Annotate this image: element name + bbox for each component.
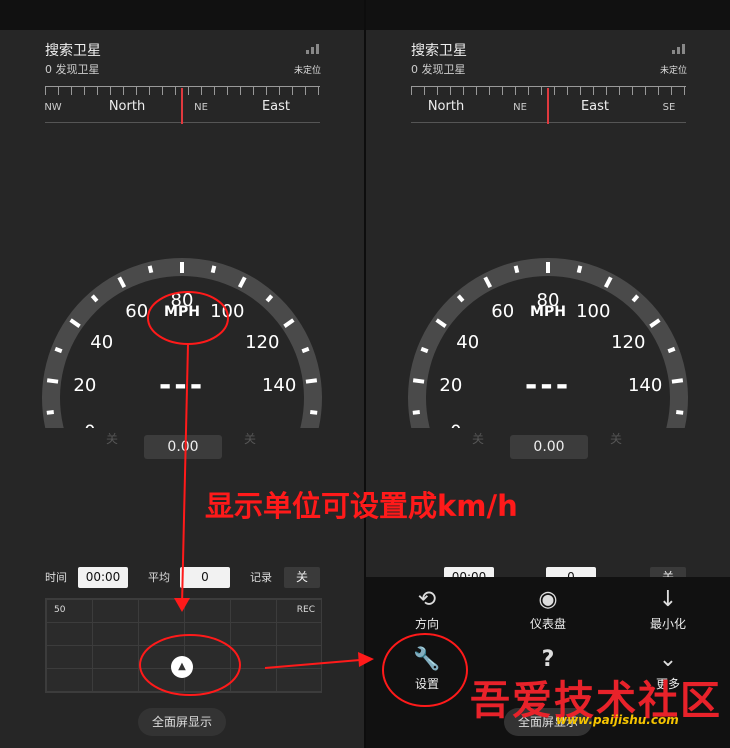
compass-east: East — [261, 99, 291, 114]
fix-status: 未定位 — [293, 66, 321, 76]
satellite-search-title: 搜索卫星 — [45, 43, 101, 59]
ghost-label-left: 关 — [106, 432, 119, 446]
satellite-search-title: 搜索卫星 — [411, 43, 467, 59]
ghost-label-right: 关 — [244, 432, 257, 446]
gauge-label: 0 — [450, 422, 461, 428]
gauge-tick — [147, 265, 154, 274]
compass-strip: NW North NE East — [44, 82, 320, 124]
wrench-icon: 🔧 — [413, 647, 441, 672]
eye-icon: ◉ — [538, 587, 558, 612]
speed-unit[interactable]: MPH — [0, 304, 364, 320]
ghost-label-right: 关 — [610, 432, 623, 446]
gauge-tick — [46, 410, 54, 415]
gauge-label: 120 — [611, 332, 645, 353]
fix-status: 未定位 — [659, 66, 687, 76]
gauge-tick — [667, 346, 676, 354]
arrow-down-icon: ↓ — [658, 587, 678, 612]
annotation-text: 显示单位可设置成km/h — [205, 489, 518, 523]
rotate-icon: ⟲ — [417, 587, 437, 612]
record-label: 记录 — [250, 571, 272, 584]
average-label: 平均 — [148, 571, 170, 584]
compass-strip: North NE East SE — [411, 82, 686, 124]
status-bar — [366, 0, 730, 30]
speed-value: --- — [524, 368, 572, 403]
speed-value: --- — [158, 368, 206, 403]
gauge-label: 40 — [90, 332, 113, 353]
distance-display: 0.00 — [510, 435, 588, 459]
signal-icon — [306, 44, 319, 54]
distance-display: 0.00 — [144, 435, 222, 459]
satellite-count: 0 发现卫星 — [45, 63, 100, 76]
gauge-tick — [301, 346, 310, 354]
graph-max-label: 50 — [54, 605, 66, 615]
menu-orientation[interactable]: ⟲ 方向 — [382, 585, 472, 632]
gauge-tick — [412, 410, 420, 415]
compass-north: North — [427, 99, 465, 114]
average-value: 0 — [180, 567, 230, 588]
compass-north: North — [108, 99, 146, 114]
gauge-tick — [576, 265, 583, 274]
record-toggle[interactable]: 关 — [284, 567, 320, 588]
gauge-label: 120 — [245, 332, 279, 353]
compass-nw: NW — [44, 102, 62, 113]
compass-ne: NE — [194, 102, 208, 113]
gauge-tick — [54, 346, 63, 354]
menu-label: 仪表盘 — [529, 617, 566, 631]
gauge-tick — [310, 410, 318, 415]
signal-icon — [672, 44, 685, 54]
menu-label: 方向 — [414, 617, 439, 631]
speedometer-screen-left: 搜索卫星 0 发现卫星 未定位 NW North NE East 0204060… — [0, 0, 364, 748]
fullscreen-button[interactable]: 全面屏显示 — [138, 708, 226, 736]
graph-rec-label: REC — [296, 605, 315, 615]
menu-minimize[interactable]: ↓ 最小化 — [623, 585, 713, 632]
menu-settings[interactable]: 🔧 设置 — [382, 645, 472, 692]
gauge-tick — [420, 346, 429, 354]
speedometer-screen-right: 搜索卫星 0 发现卫星 未定位 North NE East SE 0204060… — [366, 0, 730, 748]
gauge-tick — [513, 265, 520, 274]
menu-label: 最小化 — [649, 617, 686, 631]
compass-se: SE — [662, 102, 676, 113]
ghost-label-left: 关 — [472, 432, 485, 446]
expand-menu-button[interactable]: ▲ — [171, 656, 193, 678]
speed-unit[interactable]: MPH — [366, 304, 730, 320]
status-bar — [0, 0, 364, 30]
menu-label: 设置 — [414, 677, 439, 691]
gauge-label: 40 — [456, 332, 479, 353]
heading-needle — [547, 88, 549, 124]
time-label: 时间 — [45, 571, 67, 584]
satellite-count: 0 发现卫星 — [411, 63, 466, 76]
time-value: 00:00 — [78, 567, 128, 588]
compass-ne: NE — [513, 102, 527, 113]
speed-graph: 50 REC — [45, 598, 322, 693]
compass-east: East — [580, 99, 610, 114]
heading-needle — [181, 88, 183, 124]
gauge-tick — [210, 265, 217, 274]
watermark-url: www.paijishu.com — [556, 713, 679, 727]
menu-dashboard[interactable]: ◉ 仪表盘 — [503, 585, 593, 632]
gauge-label: 0 — [84, 422, 95, 428]
gauge-tick — [676, 410, 684, 415]
